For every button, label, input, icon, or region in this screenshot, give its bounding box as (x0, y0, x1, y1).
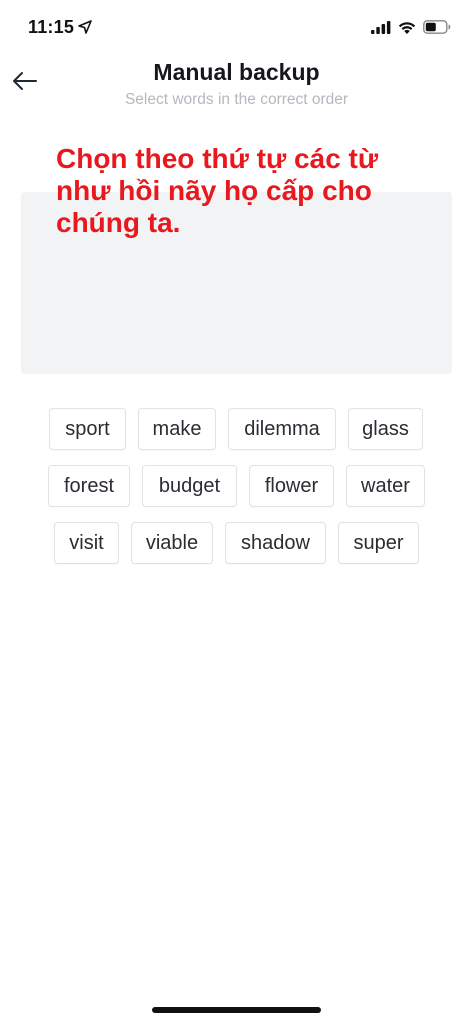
status-time: 11:15 (28, 17, 75, 37)
page-subtitle: Select words in the correct order (124, 91, 349, 108)
word-chip-super[interactable]: super (338, 522, 419, 564)
word-chip-forest[interactable]: forest (48, 465, 130, 507)
word-chip-glass[interactable]: glass (348, 408, 423, 450)
word-chip-flower[interactable]: flower (249, 465, 334, 507)
cellular-signal-icon (371, 20, 391, 39)
status-icons (371, 20, 451, 39)
word-chip-water[interactable]: water (346, 465, 425, 507)
page-title: Manual backup (153, 59, 320, 85)
word-chip-dilemma[interactable]: dilemma (228, 408, 336, 450)
word-chip-make[interactable]: make (138, 408, 216, 450)
location-arrow-icon (78, 20, 92, 34)
word-chip-shadow[interactable]: shadow (225, 522, 326, 564)
annotation-text: Chọn theo thứ tự các từ như hồi nãy họ c… (56, 143, 379, 238)
word-chip-visit[interactable]: visit (54, 522, 119, 564)
wifi-icon (398, 21, 416, 39)
status-bar: 11:15 (0, 0, 473, 56)
battery-icon (423, 20, 451, 39)
word-chip-sport[interactable]: sport (49, 408, 126, 450)
word-chip-budget[interactable]: budget (142, 465, 237, 507)
home-indicator[interactable] (152, 1007, 321, 1013)
word-chip-viable[interactable]: viable (131, 522, 213, 564)
